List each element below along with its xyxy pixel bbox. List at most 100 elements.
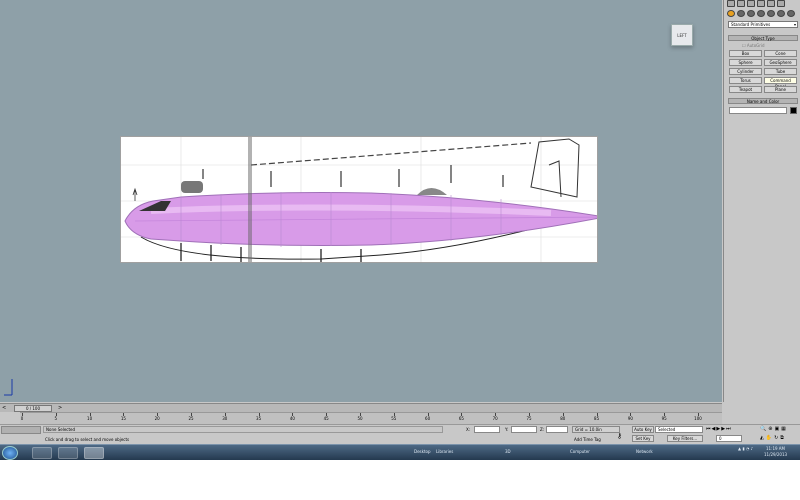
object-type-title: Object Type bbox=[751, 36, 775, 41]
timeline-tick-label: 25 bbox=[188, 416, 194, 421]
clock-time[interactable]: 11:19 AM bbox=[766, 446, 785, 451]
slider-prev-icon[interactable]: < bbox=[2, 405, 6, 411]
go-to-start-icon[interactable]: ⏮ bbox=[706, 426, 711, 434]
timeline-tick-label: 70 bbox=[492, 416, 498, 421]
timeline-tick-label: 5 bbox=[54, 416, 58, 421]
zoom-extents-icon[interactable]: ▣ bbox=[774, 426, 779, 432]
pan-icon[interactable]: ✋ bbox=[766, 435, 772, 441]
plane-button[interactable]: Plane bbox=[764, 86, 797, 93]
selected-dropdown[interactable]: Selected bbox=[655, 426, 703, 433]
x-label: X: bbox=[466, 427, 471, 432]
teapot-button[interactable]: Teapot bbox=[729, 86, 762, 93]
time-slider[interactable]: 0 / 100 < > bbox=[0, 403, 722, 412]
name-color-rollout[interactable]: Name and Color bbox=[728, 98, 798, 104]
zoom-extents-all-icon[interactable]: ▦ bbox=[781, 426, 786, 432]
geosphere-button[interactable]: GeoSphere bbox=[764, 59, 797, 66]
go-to-end-icon[interactable]: ⏭ bbox=[726, 426, 731, 434]
chevron-down-icon: ▾ bbox=[793, 22, 796, 27]
explorer-task-icon[interactable] bbox=[32, 447, 52, 459]
y-field[interactable] bbox=[511, 426, 537, 433]
spacewarps-icon[interactable] bbox=[777, 10, 785, 17]
3dsmax-task-icon[interactable] bbox=[84, 447, 104, 459]
modify-tab-icon[interactable] bbox=[737, 0, 745, 7]
current-frame-field[interactable]: 0 bbox=[716, 435, 742, 442]
start-button[interactable] bbox=[2, 446, 18, 460]
orbit-icon[interactable]: ↻ bbox=[774, 435, 778, 441]
selection-status: None Selected bbox=[43, 426, 443, 433]
maximize-viewport-icon[interactable]: ⧉ bbox=[780, 435, 784, 441]
3d-folder-toolbar[interactable]: 3D bbox=[505, 449, 511, 454]
command-panel-tooltip: Command Panel bbox=[764, 77, 797, 89]
z-field[interactable] bbox=[546, 426, 568, 433]
motion-tab-icon[interactable] bbox=[757, 0, 765, 7]
create-tab-icon[interactable] bbox=[727, 0, 735, 7]
desktop-toolbar[interactable]: Desktop bbox=[414, 449, 431, 454]
timeline-tick-label: 55 bbox=[391, 416, 397, 421]
viewcube[interactable]: LEFT bbox=[671, 24, 693, 46]
internet-explorer-task-icon[interactable] bbox=[58, 447, 78, 459]
frame-indicator: 0 / 100 bbox=[25, 406, 41, 411]
timeline-tick-label: 35 bbox=[256, 416, 262, 421]
timeline-tick-label: 65 bbox=[458, 416, 464, 421]
object-color-swatch[interactable] bbox=[790, 107, 797, 114]
geometry-icon[interactable] bbox=[727, 10, 735, 17]
time-slider-thumb[interactable]: 0 / 100 bbox=[14, 405, 52, 412]
maxscript-listener[interactable] bbox=[1, 426, 41, 434]
max-app: LEFT Standard Primitives ▾ Object Type ☐… bbox=[0, 0, 800, 460]
cone-button[interactable]: Cone bbox=[764, 50, 797, 57]
field-of-view-icon[interactable]: ◭ bbox=[760, 435, 764, 441]
play-icon[interactable]: ▶ bbox=[716, 426, 720, 434]
add-time-tag-button[interactable]: Add Time Tag bbox=[574, 437, 601, 442]
primitives-dropdown-value: Standard Primitives bbox=[731, 22, 771, 27]
blueprint-reference-plane[interactable] bbox=[120, 136, 598, 263]
prev-frame-icon[interactable]: ◀ bbox=[712, 426, 716, 434]
y-label: Y: bbox=[505, 427, 509, 432]
torus-button[interactable]: Torus bbox=[729, 77, 762, 84]
object-name-field[interactable] bbox=[729, 107, 787, 114]
hierarchy-tab-icon[interactable] bbox=[747, 0, 755, 7]
autogrid-label: AutoGrid bbox=[746, 43, 765, 48]
timeline-tick-label: 45 bbox=[323, 416, 329, 421]
axis-tripod-icon bbox=[4, 379, 13, 396]
left-viewport[interactable]: LEFT bbox=[0, 0, 722, 402]
auto-key-button[interactable]: Auto Key bbox=[632, 426, 654, 433]
display-tab-icon[interactable] bbox=[767, 0, 775, 7]
timeline-ruler[interactable]: 0 5 10 15 20 25 30 35 40 45 50 55 60 65 70 75 80 85 90 95 10… bbox=[20, 412, 722, 424]
timeline-tick-label: 20 bbox=[154, 416, 160, 421]
x-field[interactable] bbox=[474, 426, 500, 433]
category-icons bbox=[727, 10, 795, 18]
next-frame-icon[interactable]: ▶ bbox=[721, 426, 725, 434]
timeline-tick-label: 30 bbox=[222, 416, 228, 421]
sphere-button[interactable]: Sphere bbox=[729, 59, 762, 66]
playback-controls: ⏮ ◀ ▶ ▶ ⏭ bbox=[706, 426, 758, 434]
primitives-dropdown[interactable]: Standard Primitives ▾ bbox=[728, 21, 798, 28]
autogrid-checkbox[interactable]: ☐ AutoGrid bbox=[742, 43, 765, 48]
prompt-line: Click and drag to select and move object… bbox=[45, 437, 130, 442]
panel-tabs bbox=[727, 0, 785, 8]
box-button[interactable]: Box bbox=[729, 50, 762, 57]
tube-button[interactable]: Tube bbox=[764, 68, 797, 75]
key-icon[interactable]: ⚷ bbox=[617, 432, 622, 440]
zoom-all-icon[interactable]: ⊕ bbox=[768, 426, 772, 432]
key-filters-button[interactable]: Key Filters... bbox=[667, 435, 703, 442]
object-type-rollout[interactable]: Object Type bbox=[728, 35, 798, 41]
helpers-icon[interactable] bbox=[767, 10, 775, 17]
timeline-tick-label: 85 bbox=[594, 416, 600, 421]
lights-icon[interactable] bbox=[747, 10, 755, 17]
z-label: Z: bbox=[540, 427, 545, 432]
timeline-tick-label: 95 bbox=[661, 416, 667, 421]
cylinder-button[interactable]: Cylinder bbox=[729, 68, 762, 75]
zoom-icon[interactable]: 🔍 bbox=[760, 426, 766, 432]
network-toolbar[interactable]: Network bbox=[636, 449, 653, 454]
slider-next-icon[interactable]: > bbox=[58, 405, 62, 411]
systems-icon[interactable] bbox=[787, 10, 795, 17]
utilities-tab-icon[interactable] bbox=[777, 0, 785, 7]
viewcube-label: LEFT bbox=[677, 32, 687, 38]
computer-toolbar[interactable]: Computer bbox=[570, 449, 590, 454]
clock-date[interactable]: 11/29/2013 bbox=[764, 452, 787, 457]
cameras-icon[interactable] bbox=[757, 10, 765, 17]
libraries-toolbar[interactable]: Libraries bbox=[436, 449, 453, 454]
set-key-button[interactable]: Set Key bbox=[632, 435, 654, 442]
status-bar: None Selected Click and drag to select a… bbox=[0, 424, 800, 446]
shapes-icon[interactable] bbox=[737, 10, 745, 17]
